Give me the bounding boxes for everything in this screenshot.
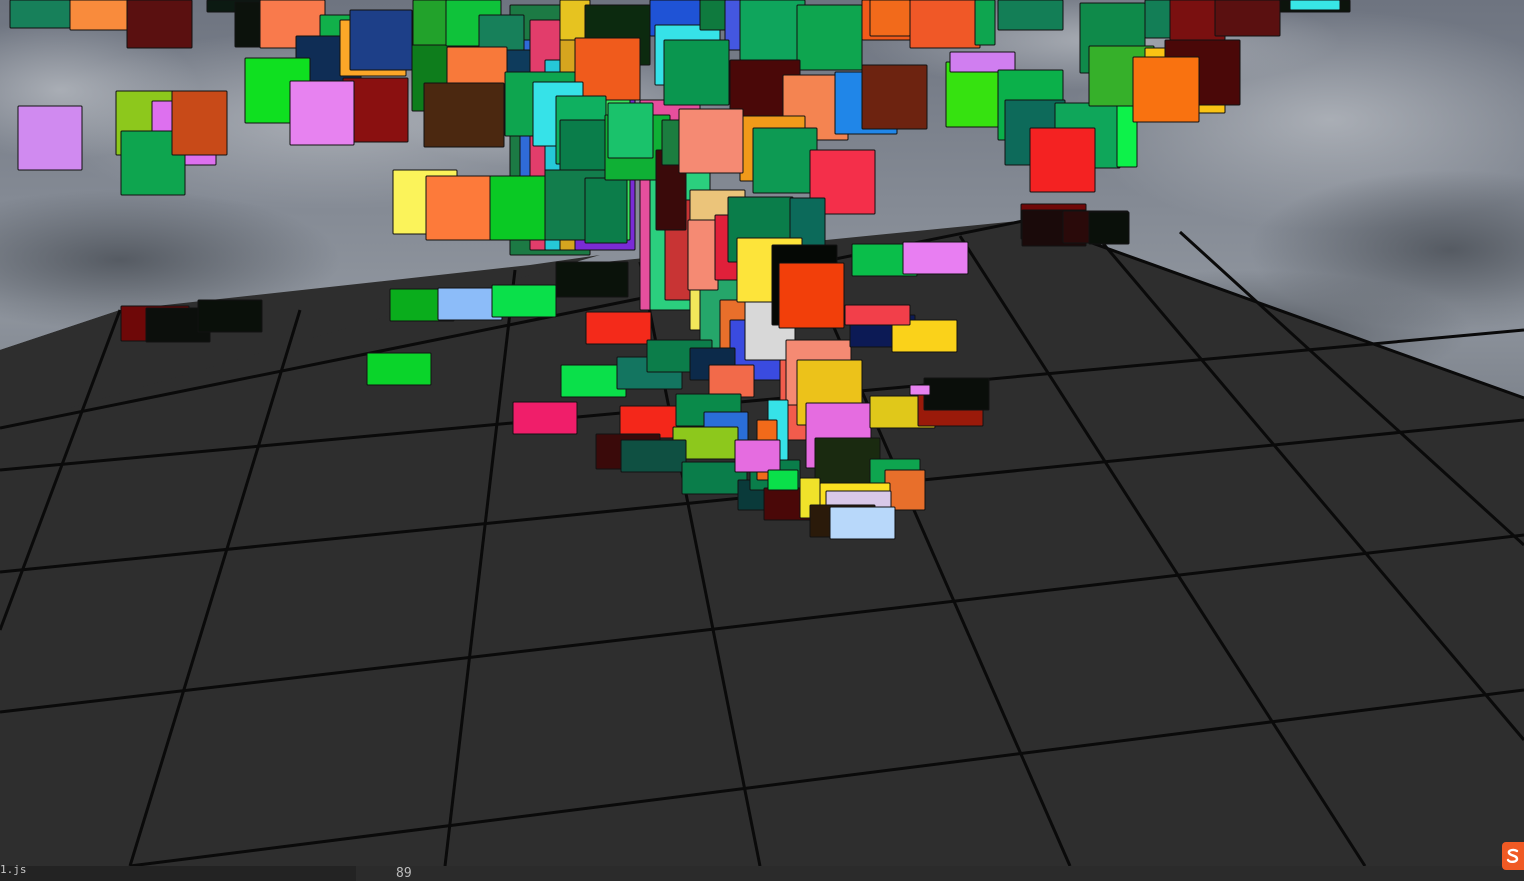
box — [17, 105, 83, 171]
webgl-viewport[interactable] — [0, 0, 1524, 866]
box — [1214, 0, 1281, 37]
status-counter: 89 — [396, 866, 412, 881]
box — [778, 262, 845, 329]
box — [752, 127, 818, 194]
status-bar-left-panel: 1.js — [0, 863, 356, 881]
box — [9, 0, 71, 29]
box — [574, 37, 641, 101]
box — [491, 284, 557, 318]
ime-s-icon — [1506, 848, 1519, 863]
sogou-ime-icon[interactable] — [1502, 842, 1524, 870]
box — [687, 219, 719, 291]
box — [349, 9, 413, 71]
box — [997, 0, 1064, 31]
box — [923, 377, 990, 411]
box — [489, 175, 555, 241]
box — [1132, 56, 1200, 123]
box — [869, 0, 911, 37]
status-bar: 1.js 89 — [0, 863, 1524, 881]
box — [909, 384, 931, 396]
3d-scene[interactable] — [0, 0, 1524, 866]
box — [560, 364, 627, 398]
box — [767, 469, 799, 491]
box — [829, 506, 896, 540]
box — [796, 4, 863, 71]
box — [974, 0, 996, 46]
box — [555, 261, 629, 298]
box — [446, 46, 508, 88]
box — [197, 299, 263, 333]
box — [708, 364, 755, 398]
status-file-label: 1.js — [0, 863, 27, 876]
box — [425, 175, 492, 241]
box — [366, 352, 432, 386]
box — [607, 102, 654, 159]
box — [126, 0, 193, 49]
box — [1029, 127, 1096, 193]
box — [69, 0, 131, 31]
box — [512, 401, 578, 435]
box — [909, 0, 981, 49]
box — [902, 241, 969, 275]
box — [734, 439, 781, 473]
box — [949, 51, 1016, 73]
box — [289, 80, 355, 146]
box — [171, 90, 228, 156]
box — [844, 304, 911, 326]
box — [1088, 211, 1130, 245]
box — [584, 177, 628, 244]
box — [1289, 0, 1341, 11]
box — [678, 108, 744, 174]
box — [423, 82, 505, 148]
box — [585, 311, 652, 345]
box — [861, 64, 928, 130]
box — [739, 0, 806, 61]
box — [663, 39, 730, 106]
box — [620, 439, 687, 473]
